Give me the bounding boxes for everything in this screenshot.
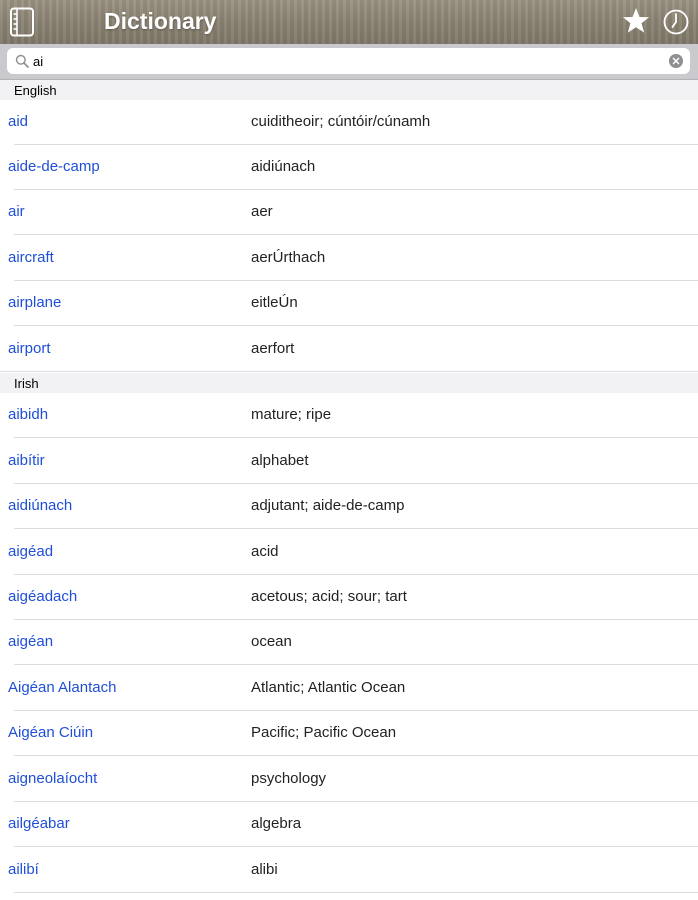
entry-translation: aer <box>251 203 273 220</box>
list-item[interactable]: aide-de-camp aidiúnach <box>0 145 698 190</box>
entry-word: airplane <box>8 294 62 311</box>
entry-word: ailgéabar <box>8 815 70 832</box>
search-bar <box>0 44 698 80</box>
entry-word: aibítir <box>8 452 45 469</box>
search-field[interactable] <box>7 48 690 74</box>
navigation-bar: Dictionary <box>0 0 698 44</box>
list-item[interactable]: aidiúnach adjutant; aide-de-camp <box>0 484 698 529</box>
list-item[interactable]: airport aerfort <box>0 327 698 372</box>
list-item[interactable]: ailgéabar algebra <box>0 802 698 847</box>
entry-word: aidiúnach <box>8 497 73 514</box>
entry-word: airport <box>8 340 51 357</box>
entry-word: Aigéan Ciúin <box>8 724 94 741</box>
list-item[interactable]: aid cuiditheoir; cúntóir/cúnamh <box>0 100 698 145</box>
entry-translation: alibi <box>251 861 278 878</box>
list-item[interactable]: aibidh mature; ripe <box>0 393 698 438</box>
entry-translation: aerfort <box>251 340 295 357</box>
entry-translation: Pacific; Pacific Ocean <box>251 724 397 741</box>
entry-word: aibidh <box>8 406 49 423</box>
entry-word: aid <box>8 113 29 130</box>
entry-word: aircraft <box>8 249 54 266</box>
entry-word: aigéan <box>8 633 54 650</box>
section-label: English <box>14 83 57 98</box>
entry-translation: mature; ripe <box>251 406 332 423</box>
list-item[interactable]: aigéad acid <box>0 530 698 575</box>
entry-translation: ocean <box>251 633 292 650</box>
entry-translation: aidiúnach <box>251 158 316 175</box>
entry-translation: adjutant; aide-de-camp <box>251 497 405 514</box>
section-label: Irish <box>14 376 39 391</box>
entry-translation: cuiditheoir; cúntóir/cúnamh <box>251 113 431 130</box>
entry-word: Aigéan Alantach <box>8 679 117 696</box>
section-header-english: English <box>0 80 698 100</box>
clear-icon[interactable] <box>669 54 683 68</box>
list-item[interactable]: aircraft aerÚrthach <box>0 236 698 281</box>
page-title: Dictionary <box>104 8 217 34</box>
entry-word: aide-de-camp <box>8 158 100 175</box>
entry-translation: psychology <box>251 770 327 787</box>
entry-translation: eitleÚn <box>251 294 298 311</box>
entry-translation: acid <box>251 543 279 560</box>
search-input[interactable] <box>33 51 653 71</box>
entry-word: air <box>8 203 25 220</box>
list-item[interactable]: aigéadach acetous; acid; sour; tart <box>0 575 698 620</box>
book-icon[interactable] <box>8 7 36 37</box>
entry-translation: algebra <box>251 815 302 832</box>
list-item[interactable]: airplane eitleÚn <box>0 281 698 326</box>
entry-word: aigneolaíocht <box>8 770 98 787</box>
list-item[interactable]: aigneolaíocht psychology <box>0 757 698 802</box>
entry-word: aigéadach <box>8 588 78 605</box>
list-item[interactable]: air aer <box>0 190 698 235</box>
entry-translation: Atlantic; Atlantic Ocean <box>251 679 406 696</box>
search-icon <box>15 54 29 68</box>
entry-translation: acetous; acid; sour; tart <box>251 588 407 605</box>
list-item[interactable]: ailibí alibi <box>0 848 698 893</box>
section-header-irish: Irish <box>0 373 698 393</box>
clock-icon[interactable] <box>663 9 689 35</box>
entry-word: aigéad <box>8 543 54 560</box>
entry-word: ailibí <box>8 861 39 878</box>
entry-translation: alphabet <box>251 452 309 469</box>
star-icon[interactable] <box>621 6 651 36</box>
list-item[interactable]: Aigéan Ciúin Pacific; Pacific Ocean <box>0 711 698 756</box>
entry-translation: aerÚrthach <box>251 249 326 266</box>
list-item[interactable]: aibítir alphabet <box>0 439 698 484</box>
list-item[interactable]: aigéan ocean <box>0 620 698 665</box>
list-item[interactable]: Aigéan Alantach Atlantic; Atlantic Ocean <box>0 666 698 711</box>
